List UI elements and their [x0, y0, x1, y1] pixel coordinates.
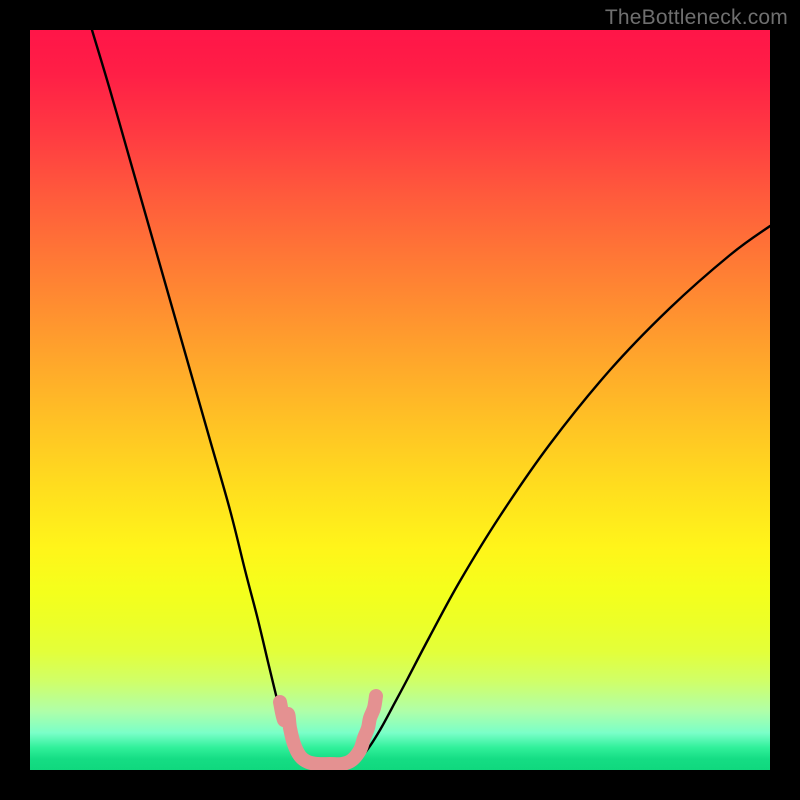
- watermark-text: TheBottleneck.com: [605, 6, 788, 30]
- curve-svg: [30, 30, 770, 770]
- chart-frame: TheBottleneck.com: [0, 0, 800, 800]
- series-right_curve: [346, 226, 770, 764]
- series-left_curve: [92, 30, 314, 764]
- plot-area: [30, 30, 770, 770]
- series-bottom_pink_segment: [280, 696, 376, 764]
